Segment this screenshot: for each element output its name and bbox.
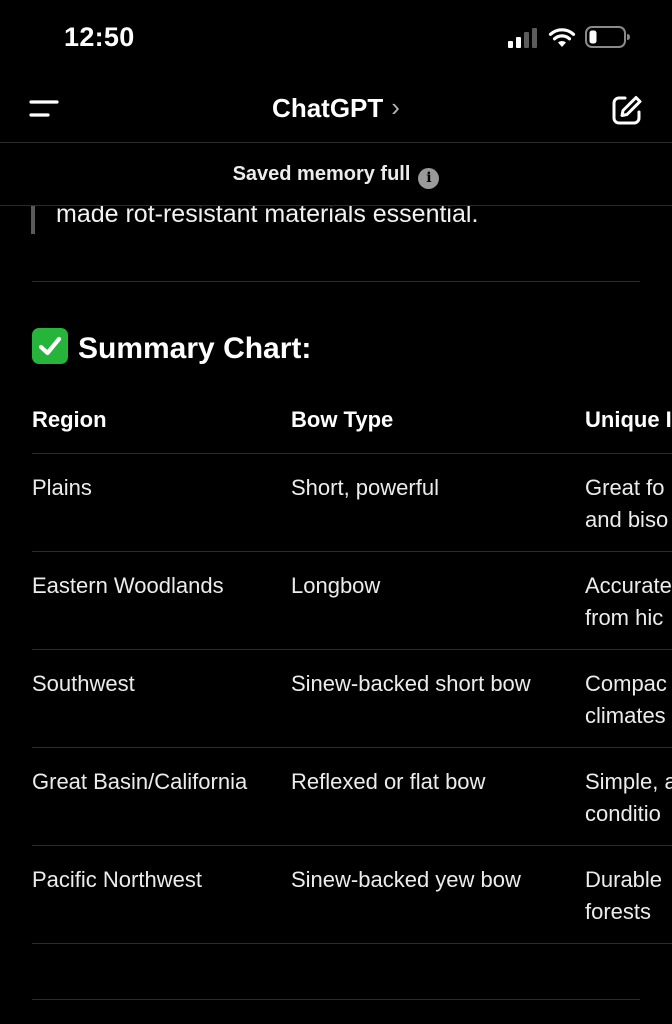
table-header-row: Region Bow Type Unique I — [32, 387, 672, 454]
table-cell: Longbow — [291, 551, 585, 650]
chat-content[interactable]: made rot-resistant materials essential. … — [0, 143, 672, 1024]
app-title: ChatGPT — [272, 93, 384, 123]
table-cell: Simple, a conditio — [585, 747, 672, 846]
model-selector[interactable]: ChatGPT › — [0, 92, 672, 124]
status-time: 12:50 — [64, 22, 135, 52]
table-cell: Accurate from hic — [585, 551, 672, 650]
table-row: Eastern Woodlands Longbow Accurate from … — [32, 551, 672, 650]
new-chat-icon[interactable] — [610, 93, 644, 127]
nav-header: ChatGPT › — [0, 76, 672, 143]
chevron-right-icon: › — [391, 92, 400, 122]
table-cell: Great fo and biso — [585, 453, 672, 552]
column-header-bow-type: Bow Type — [291, 387, 585, 454]
status-bar: 12:50 — [0, 0, 672, 76]
table-cell: Short, powerful — [291, 453, 585, 552]
table-row: Southwest Sinew-backed short bow Compac … — [32, 649, 672, 748]
table-cell: Eastern Woodlands — [32, 551, 291, 650]
table-cell: Sinew-backed yew bow — [291, 845, 585, 944]
section-divider — [32, 281, 640, 282]
table-cell: Sinew-backed short bow — [291, 649, 585, 748]
column-header-region: Region — [32, 387, 291, 454]
section-heading: Summary Chart: — [32, 328, 311, 366]
battery-icon — [585, 26, 630, 48]
check-mark-icon — [32, 328, 68, 364]
cellular-signal-icon — [508, 28, 537, 48]
table-cell: Great Basin/California — [32, 747, 291, 846]
summary-table: Region Bow Type Unique I Plains Short, p… — [32, 387, 672, 944]
memory-banner-text-wrap: Saved memory full i — [0, 163, 672, 189]
memory-banner[interactable]: Saved memory full i — [0, 143, 672, 206]
table-cell: Plains — [32, 453, 291, 552]
memory-banner-label: Saved memory full — [232, 163, 411, 185]
table-cell: Southwest — [32, 649, 291, 748]
column-header-unique: Unique I — [585, 387, 672, 454]
wifi-icon — [548, 28, 576, 47]
table-row: Great Basin/California Reflexed or flat … — [32, 747, 672, 846]
table-cell: Compac climates — [585, 649, 672, 748]
info-icon[interactable]: i — [418, 168, 440, 189]
table-cell: Reflexed or flat bow — [291, 747, 585, 846]
section-heading-text: Summary Chart: — [78, 332, 312, 365]
table-cell: Durable forests — [585, 845, 672, 944]
table-row: Plains Short, powerful Great fo and biso — [32, 453, 672, 552]
table-cell: Pacific Northwest — [32, 845, 291, 944]
section-divider — [32, 999, 640, 1000]
table-row: Pacific Northwest Sinew-backed yew bow D… — [32, 845, 672, 944]
